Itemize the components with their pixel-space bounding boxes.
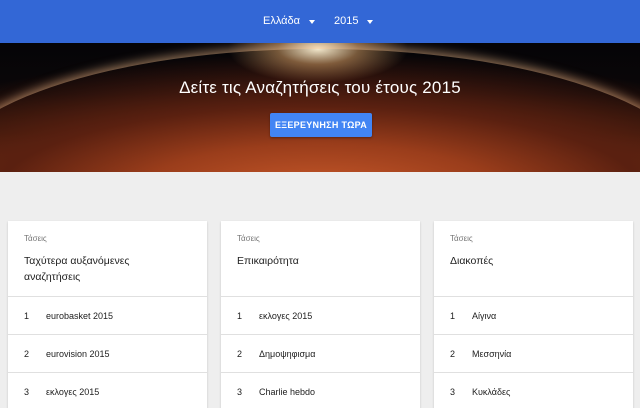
trend-label: Μεσσηνία (472, 348, 512, 359)
chevron-down-icon (309, 19, 316, 24)
list-item[interactable]: 1 eurobasket 2015 (8, 297, 207, 335)
rank-number: 1 (237, 310, 243, 321)
trend-label: Δημοψηφισμα (259, 348, 316, 359)
card-header: Τάσεις Ταχύτερα αυξανόμενες αναζητήσεις (8, 221, 207, 297)
card-kicker: Τάσεις (450, 234, 473, 243)
card-kicker: Τάσεις (237, 234, 260, 243)
trend-card-fastest-rising: Τάσεις Ταχύτερα αυξανόμενες αναζητήσεις … (8, 221, 207, 408)
rank-number: 3 (237, 386, 243, 397)
trend-card-vacations: Τάσεις Διακοπές 1 Αίγινα 2 Μεσσηνία 3 Κυ… (434, 221, 633, 408)
hero-title: Δείτε τις Αναζητήσεις του έτους 2015 (179, 78, 461, 97)
trend-label: εκλογες 2015 (46, 386, 100, 397)
trend-label: Αίγινα (472, 310, 497, 321)
rank-number: 1 (24, 310, 30, 321)
trend-label: eurovision 2015 (46, 348, 110, 359)
list-item[interactable]: 1 Αίγινα (434, 297, 633, 335)
card-kicker: Τάσεις (24, 234, 47, 243)
list-item[interactable]: 3 Charlie hebdo (221, 373, 420, 408)
list-item[interactable]: 3 εκλογες 2015 (8, 373, 207, 408)
planet-horizon-image (0, 49, 640, 172)
rank-number: 1 (450, 310, 456, 321)
list-item[interactable]: 3 Κυκλάδες (434, 373, 633, 408)
trend-label: eurobasket 2015 (46, 310, 114, 321)
card-title[interactable]: Διακοπές (450, 253, 610, 269)
rank-number: 2 (24, 348, 30, 359)
trend-card-news: Τάσεις Επικαιρότητα 1 εκλογες 2015 2 Δημ… (221, 221, 420, 408)
card-header: Τάσεις Διακοπές (434, 221, 633, 297)
chevron-down-icon (367, 19, 374, 24)
country-dropdown-label: Ελλάδα (263, 15, 301, 27)
card-title[interactable]: Επικαιρότητα (237, 253, 397, 269)
country-dropdown[interactable]: Ελλάδα (263, 15, 316, 27)
explore-now-button[interactable]: ΕΞΕΡΕΥΝΗΣΗ ΤΩΡΑ (270, 113, 372, 137)
list-item[interactable]: 1 εκλογες 2015 (221, 297, 420, 335)
top-bar: Ελλάδα 2015 (0, 0, 640, 43)
hero-banner: Δείτε τις Αναζητήσεις του έτους 2015 ΕΞΕ… (0, 43, 640, 172)
rank-number: 2 (450, 348, 456, 359)
card-title[interactable]: Ταχύτερα αυξανόμενες αναζητήσεις (24, 253, 184, 285)
trend-label: εκλογες 2015 (259, 310, 313, 321)
year-dropdown[interactable]: 2015 (334, 15, 374, 27)
list-item[interactable]: 2 eurovision 2015 (8, 335, 207, 373)
list-item[interactable]: 2 Μεσσηνία (434, 335, 633, 373)
rank-number: 3 (24, 386, 30, 397)
trend-label: Charlie hebdo (259, 386, 316, 397)
rank-number: 2 (237, 348, 243, 359)
trend-label: Κυκλάδες (472, 386, 511, 397)
rank-number: 3 (450, 386, 456, 397)
year-dropdown-label: 2015 (334, 15, 359, 27)
list-item[interactable]: 2 Δημοψηφισμα (221, 335, 420, 373)
card-header: Τάσεις Επικαιρότητα (221, 221, 420, 297)
